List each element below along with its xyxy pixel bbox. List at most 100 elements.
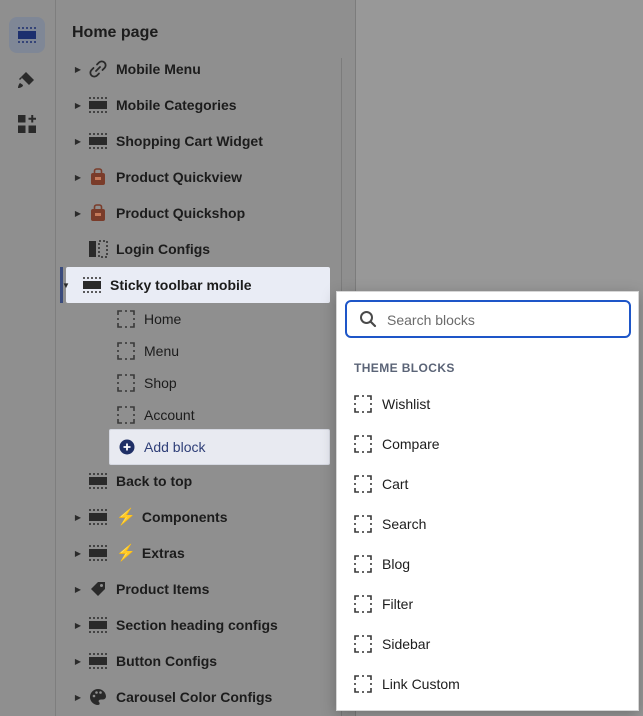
block-icon — [115, 308, 137, 330]
tree-item-label: ⚡ Extras — [116, 545, 185, 562]
page-title: Home page — [72, 24, 159, 41]
section-icon — [81, 274, 103, 296]
tree-item[interactable]: ▶ ⚡ Components — [72, 499, 330, 535]
tree-child-item[interactable]: Shop — [110, 365, 330, 401]
block-option-label: Sidebar — [382, 636, 431, 652]
caret-right-icon[interactable]: ▶ — [72, 513, 84, 522]
tree-item-label: Product Items — [116, 581, 210, 597]
caret-right-icon[interactable]: ▶ — [72, 621, 84, 630]
tree-item-label: Product Quickview — [116, 169, 243, 185]
block-option-label: Search — [382, 516, 427, 532]
caret-right-icon[interactable]: ▶ — [72, 209, 84, 218]
tree-child-label: Account — [144, 407, 195, 423]
add-block-button[interactable]: Add block — [109, 429, 330, 465]
tree-item-label: Sticky toolbar mobile — [110, 277, 252, 293]
block-icon — [354, 635, 372, 653]
search-input[interactable] — [387, 310, 617, 330]
tree-item[interactable]: Back to top — [72, 463, 330, 499]
tree-item[interactable]: ▶ ⚡ Extras — [72, 535, 330, 571]
block-option[interactable]: Filter — [337, 584, 638, 624]
block-option-label: Filter — [382, 596, 414, 612]
block-option-label: Cart — [382, 476, 409, 492]
sections-button[interactable] — [9, 17, 45, 53]
caret-right-icon[interactable]: ▶ — [72, 173, 84, 182]
block-option[interactable]: Blog — [337, 544, 638, 584]
tree-child-label: Home — [144, 311, 182, 327]
caret-right-icon[interactable]: ▶ — [72, 65, 84, 74]
section-icon — [87, 130, 109, 152]
app-embeds-button[interactable] — [9, 106, 45, 142]
caret-right-icon[interactable]: ▶ — [72, 657, 84, 666]
section-icon — [87, 614, 109, 636]
tree-item[interactable]: ▶ Mobile Categories — [72, 87, 330, 123]
block-icon — [354, 475, 372, 493]
block-option[interactable]: Sidebar — [337, 624, 638, 664]
tree-child-label: Shop — [144, 375, 177, 391]
block-picker-popover: THEME BLOCKS Wishlist Compare Cart Search Bl… — [336, 291, 639, 711]
block-icon — [354, 555, 372, 573]
tree-item-label: Shopping Cart Widget — [116, 133, 263, 149]
block-icon — [115, 340, 137, 362]
tree-item-label: Login Configs — [116, 241, 211, 257]
block-option[interactable]: Search — [337, 504, 638, 544]
block-icon — [354, 515, 372, 533]
tree-item[interactable]: ▶ Button Configs — [72, 643, 330, 679]
app-block-icon — [87, 202, 109, 224]
selected-indicator — [60, 267, 63, 303]
apps-icon — [18, 115, 36, 133]
section-icon — [87, 542, 109, 564]
tree-item[interactable]: ▼ Sticky toolbar mobile — [62, 267, 330, 303]
tree-item-label: Button Configs — [116, 653, 218, 669]
tree-item-label: Section heading configs — [116, 617, 278, 633]
section-icon — [87, 650, 109, 672]
plus-circle-icon — [116, 436, 138, 458]
block-option-label: Link Custom — [382, 676, 460, 692]
caret-right-icon[interactable]: ▶ — [72, 693, 84, 702]
caret-right-icon[interactable]: ▶ — [72, 137, 84, 146]
tree-item-label: Mobile Categories — [116, 97, 237, 113]
search-field[interactable] — [345, 300, 631, 338]
block-icon — [354, 595, 372, 613]
caret-right-icon[interactable]: ▶ — [72, 585, 84, 594]
section-icon — [87, 506, 109, 528]
block-icon — [115, 372, 137, 394]
theme-blocks-heading: THEME BLOCKS — [354, 361, 455, 375]
caret-right-icon[interactable]: ▶ — [72, 101, 84, 110]
tree-item[interactable]: ▶ Section heading configs — [72, 607, 330, 643]
tree-item[interactable]: ▶ Carousel Color Configs — [72, 679, 330, 715]
sidebar-layout-icon — [87, 238, 109, 260]
palette-icon — [87, 686, 109, 708]
theme-settings-button[interactable] — [9, 62, 45, 98]
link-icon — [87, 58, 109, 80]
tree-item[interactable]: ▶ Mobile Menu — [72, 51, 330, 87]
tree-child-item[interactable]: Menu — [110, 333, 330, 369]
tree-item[interactable]: ▶ Product Quickview — [72, 159, 330, 195]
tree-item-label: Carousel Color Configs — [116, 689, 273, 705]
search-icon — [359, 310, 377, 333]
tree-item[interactable]: ▶ Product Quickshop — [72, 195, 330, 231]
block-option[interactable]: Wishlist — [337, 384, 638, 424]
block-option-label: Wishlist — [382, 396, 431, 412]
section-icon — [87, 94, 109, 116]
block-option-label: Blog — [382, 556, 411, 572]
bolt-icon: ⚡ — [116, 545, 136, 562]
block-option[interactable]: Link Custom — [337, 664, 638, 704]
tree-child-item[interactable]: Home — [110, 301, 330, 337]
block-icon — [115, 404, 137, 426]
tree-item-label: ⚡ Components — [116, 509, 228, 526]
caret-right-icon[interactable]: ▶ — [72, 549, 84, 558]
tree-child-item[interactable]: Account — [110, 397, 330, 433]
app-block-icon — [87, 166, 109, 188]
section-icon — [87, 470, 109, 492]
block-icon — [354, 435, 372, 453]
tag-icon — [87, 578, 109, 600]
tree-item[interactable]: Login Configs — [72, 231, 330, 267]
tree-item[interactable]: ▶ Product Items — [72, 571, 330, 607]
add-block-label: Add block — [144, 439, 206, 455]
tree-item[interactable]: ▶ Shopping Cart Widget — [72, 123, 330, 159]
paint-brush-icon — [18, 72, 34, 88]
tree-child-label: Menu — [144, 343, 180, 359]
block-option[interactable]: Cart — [337, 464, 638, 504]
block-option[interactable]: Compare — [337, 424, 638, 464]
icon-rail — [0, 0, 56, 716]
